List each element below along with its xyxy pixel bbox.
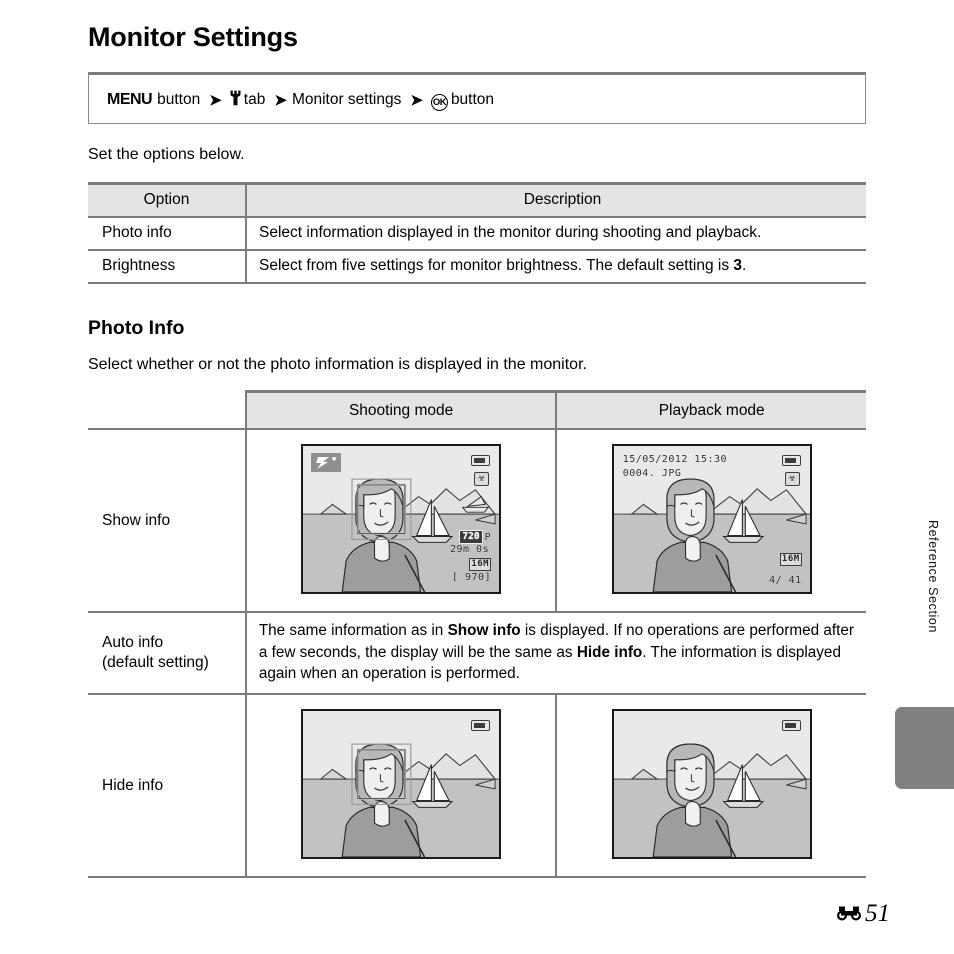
menu-path-box: MENU button ➤ tab ➤ Monitor settings ➤ O… (88, 72, 866, 124)
arrow-icon-1: ➤ (209, 92, 222, 109)
screen-illustration (613, 743, 810, 858)
table-row: Brightness Select from five settings for… (88, 249, 866, 284)
wrench-glyph (230, 90, 241, 105)
table-row: Photo info Select information displayed … (88, 216, 866, 251)
auto-info-description: The same information as in Show info is … (245, 612, 866, 696)
description-brightness: Select from five settings for monitor br… (246, 249, 866, 284)
section-heading-photo-info: Photo Info (88, 317, 185, 339)
section-subtitle: Select whether or not the photo informat… (88, 356, 587, 373)
show-info-playback-cell: 15/05/2012 15:30 0004. JPG ☣ 16M 4/ 41 (555, 429, 866, 613)
capture-date-time: 15/05/2012 15:30 (622, 454, 728, 465)
header-description: Description (246, 182, 866, 218)
reference-marker-glyph (837, 906, 861, 921)
auto-info-bold-show-info: Show info (447, 622, 521, 639)
arrow-icon-3: ➤ (410, 92, 423, 109)
image-size-value: 16M (469, 558, 492, 571)
image-size-value: 16M (779, 553, 802, 566)
section-thumb-tab (895, 707, 954, 789)
movie-size-suffix: P (484, 531, 492, 543)
auto-info-label-line2: (default setting) (102, 654, 209, 672)
scene-mode-glyph (316, 456, 337, 469)
menu-path-content: MENU button ➤ tab ➤ Monitor settings ➤ O… (107, 75, 498, 125)
camera-screen-show-playback: 15/05/2012 15:30 0004. JPG ☣ 16M 4/ 41 (611, 444, 812, 594)
wrench-tab-icon (229, 90, 242, 111)
ok-button-word: button (450, 91, 495, 108)
battery-icon (471, 455, 491, 466)
reference-section-label: Reference Section (926, 520, 940, 634)
options-table: Option Description Photo info Select inf… (88, 182, 866, 284)
camera-screen-hide-playback (611, 709, 812, 860)
vibration-reduction-icon: ☣ (784, 472, 800, 486)
brightness-text-prefix: Select from five settings for monitor br… (259, 257, 734, 274)
page-number: 51 (865, 900, 890, 927)
header-shooting-mode: Shooting mode (244, 390, 557, 430)
row-label-auto-info: Auto info (default setting) (88, 612, 247, 696)
camera-screen-show-shooting: ☣ 720 P 29m 0s 16M [ 970] (301, 444, 502, 594)
vibration-reduction-icon: ☣ (474, 472, 490, 486)
page-footer: 51 (836, 900, 890, 928)
monitor-settings-item: Monitor settings (291, 91, 402, 108)
file-name: 0004. JPG (622, 468, 682, 479)
intro-text: Set the options below. (88, 146, 245, 163)
table-header-row: Option Description (88, 182, 866, 218)
image-size-indicator: 16M (469, 558, 492, 571)
table-row-auto-info: Auto info (default setting) The same inf… (88, 612, 866, 696)
document-page: Monitor Settings MENU button ➤ tab ➤ Mon… (0, 0, 954, 954)
photo-info-table: Shooting mode Playback mode Show info ☣ … (88, 390, 866, 879)
section-marker-icon (836, 902, 862, 926)
option-brightness: Brightness (88, 249, 247, 284)
image-size-indicator: 16M (779, 553, 802, 566)
header-playback-mode: Playback mode (555, 390, 866, 430)
battery-icon (471, 720, 491, 732)
frame-counter: 4/ 41 (769, 575, 802, 586)
corner-cell (88, 391, 246, 430)
battery-icon (781, 455, 801, 466)
battery-icon (781, 720, 801, 732)
row-label-show-info: Show info (88, 429, 247, 613)
brightness-default-value: 3 (733, 257, 743, 274)
hide-info-playback-cell (555, 694, 866, 879)
description-photo-info: Select information displayed in the moni… (246, 216, 866, 251)
hide-info-shooting-cell (244, 694, 557, 879)
table-header-row: Shooting mode Playback mode (88, 390, 866, 430)
auto-info-label-line1: Auto info (102, 634, 164, 652)
option-photo-info: Photo info (88, 216, 247, 251)
page-title: Monitor Settings (88, 22, 298, 52)
menu-button-word: button (157, 91, 201, 108)
row-label-hide-info: Hide info (88, 694, 247, 879)
table-row-hide-info: Hide info (88, 694, 866, 879)
ok-button-icon: OK (430, 93, 448, 111)
scene-mode-icon (311, 453, 342, 472)
movie-size-indicator: 720 P (459, 530, 491, 544)
camera-screen-hide-shooting (301, 709, 502, 860)
table-row-show-info: Show info ☣ 720 P 29m 0s 16M [970] 15/0… (88, 429, 866, 613)
tab-word: tab (243, 91, 266, 108)
auto-info-bold-hide-info: Hide info (576, 643, 643, 661)
header-option: Option (88, 182, 247, 218)
screen-illustration (303, 743, 500, 858)
menu-button-label: MENU (107, 91, 153, 108)
record-time-remaining: 29m 0s (449, 544, 490, 555)
auto-info-text-1: The same information as in (258, 622, 448, 639)
movie-size-value: 720 (459, 530, 483, 544)
shots-remaining: [ 970] (451, 572, 492, 583)
show-info-shooting-cell: ☣ 720 P 29m 0s 16M [ 970] (244, 429, 557, 613)
arrow-icon-2: ➤ (274, 92, 287, 109)
brightness-text-suffix: . (742, 257, 747, 274)
